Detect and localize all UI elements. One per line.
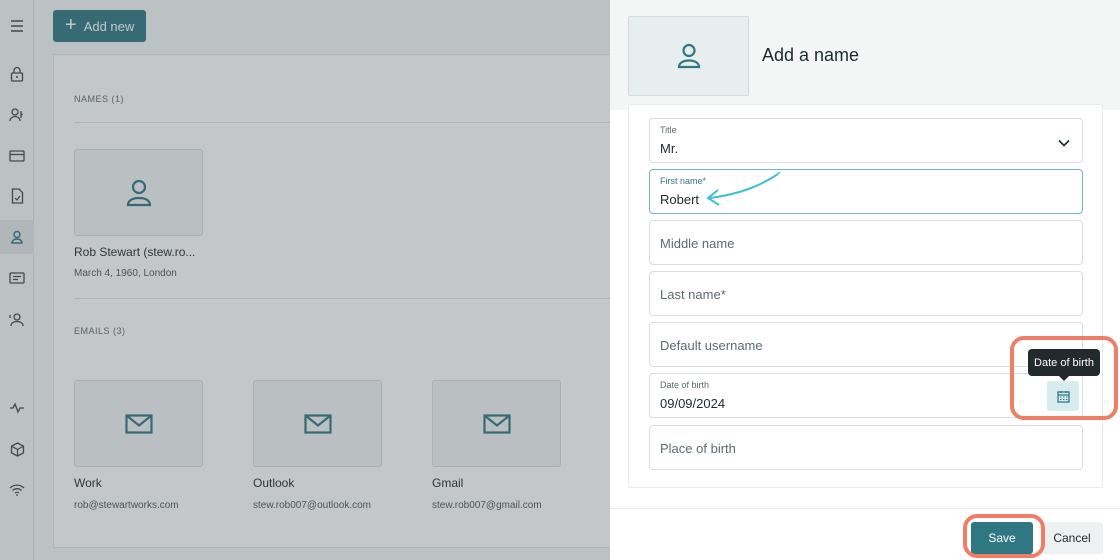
chevron-down-icon[interactable] [1058,134,1070,152]
avatar[interactable] [628,16,749,96]
last-name-field[interactable]: Last name* [649,271,1083,316]
add-name-drawer: Add a name Title Mr. First name* Robert … [610,0,1120,560]
cancel-button[interactable]: Cancel [1041,522,1103,554]
modal-overlay[interactable] [0,0,610,560]
first-name-value: Robert [660,192,700,207]
drawer-header: Add a name [610,0,1120,110]
date-of-birth-label: Date of birth [660,380,710,390]
name-form: Title Mr. First name* Robert Middle name… [628,104,1103,488]
last-name-placeholder: Last name* [660,287,726,302]
middle-name-field[interactable]: Middle name [649,220,1083,265]
annotation-arrow-icon [706,171,781,206]
place-of-birth-field[interactable]: Place of birth [649,425,1083,470]
calendar-highlight-ring [1010,336,1118,420]
save-highlight-ring [963,514,1045,558]
date-of-birth-value: 09/09/2024 [660,396,726,411]
person-icon [677,43,700,69]
place-of-birth-placeholder: Place of birth [660,441,736,456]
drawer-title: Add a name [762,45,860,65]
default-username-placeholder: Default username [660,338,763,353]
title-label: Title [660,125,677,135]
title-select[interactable]: Title Mr. [649,118,1083,163]
title-value: Mr. [660,141,679,156]
middle-name-placeholder: Middle name [660,236,735,251]
